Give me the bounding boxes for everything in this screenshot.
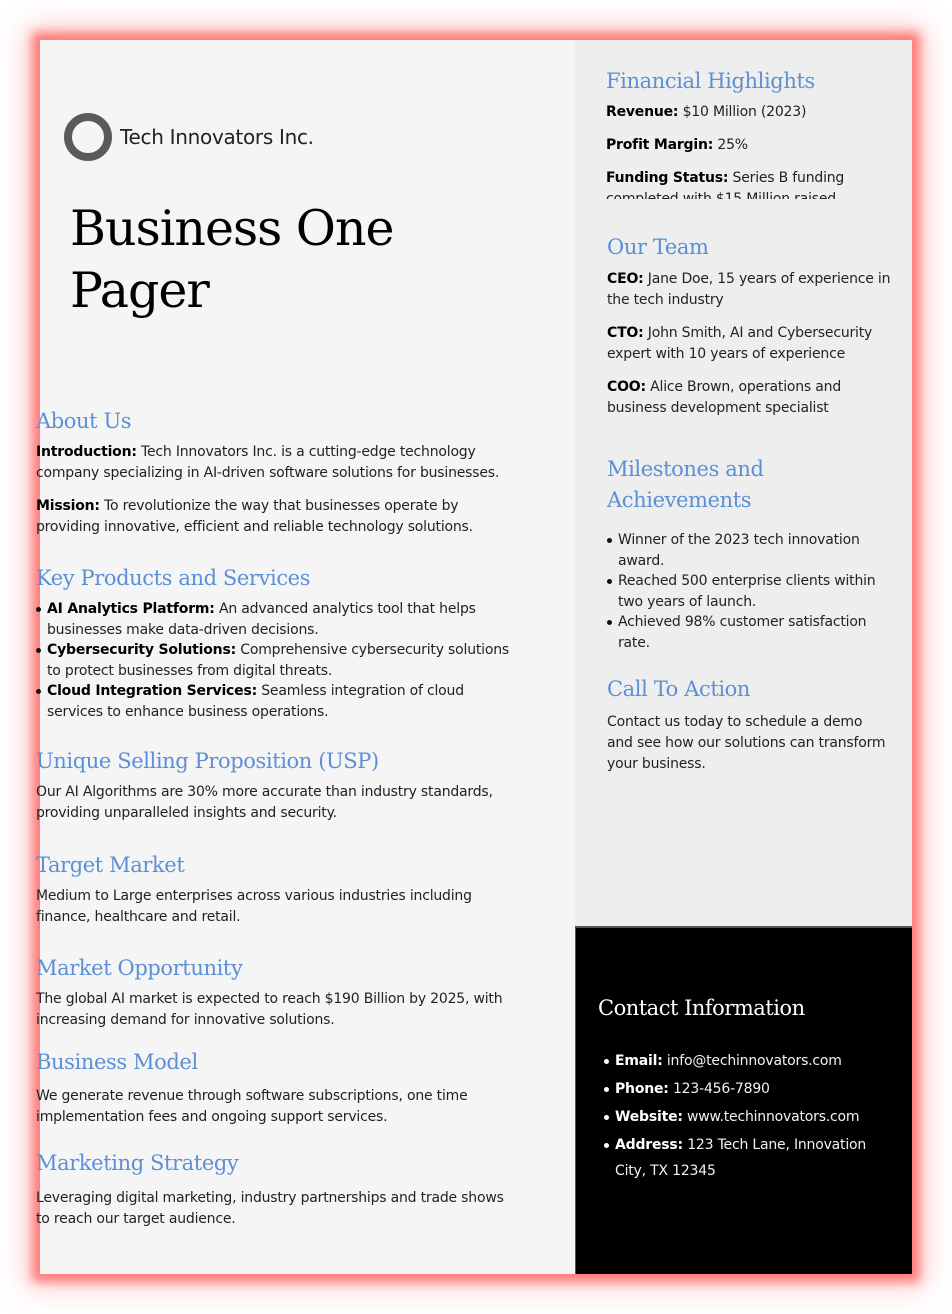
margin-value: 25% xyxy=(713,137,748,153)
marketing-text: Leveraging digital marketing, industry p… xyxy=(36,1190,504,1227)
about-mission: Mission: To revolutionize the way that b… xyxy=(36,496,521,538)
contact-label: Email: xyxy=(615,1053,663,1069)
section-heading: Our Team xyxy=(607,235,709,259)
contact-label: Address: xyxy=(615,1137,683,1153)
section-heading: Key Products and Services xyxy=(36,566,311,590)
about-intro: Introduction: Tech Innovators Inc. is a … xyxy=(36,442,521,484)
website-link[interactable]: www.techinnovators.com xyxy=(683,1109,860,1125)
usp-text: Our AI Algorithms are 30% more accurate … xyxy=(36,784,493,821)
section-heading: About Us xyxy=(36,409,132,433)
mission-text: To revolutionize the way that businesses… xyxy=(36,498,473,535)
company-name: Tech Innovators Inc. xyxy=(120,125,314,149)
team-member: CEO: Jane Doe, 15 years of experience in… xyxy=(607,269,892,311)
milestones-section: Milestones and Achievements Winner of th… xyxy=(607,454,882,653)
list-item: Reached 500 enterprise clients within tw… xyxy=(607,571,882,612)
page-title: Business One Pager xyxy=(70,200,395,319)
products-section: Key Products and Services AI Analytics P… xyxy=(36,566,521,722)
company-logo: Tech Innovators Inc. xyxy=(64,113,314,161)
cta-section: Call To Action Contact us today to sched… xyxy=(607,677,887,775)
section-heading: Target Market xyxy=(36,853,185,877)
phone-value: 123-456-7890 xyxy=(668,1081,770,1097)
revenue: Revenue: $10 Million (2023) xyxy=(606,102,896,123)
usp-section: Unique Selling Proposition (USP) Our AI … xyxy=(36,749,521,824)
team-member: CTO: John Smith, AI and Cybersecurity ex… xyxy=(607,323,892,365)
ring-logo-icon xyxy=(64,113,112,161)
milestones-list: Winner of the 2023 tech innovation award… xyxy=(607,530,882,653)
email-link[interactable]: info@techinnovators.com xyxy=(663,1053,842,1069)
revenue-value: $10 Million (2023) xyxy=(678,104,807,120)
list-item: Winner of the 2023 tech innovation award… xyxy=(607,530,882,571)
section-heading: Milestones and Achievements xyxy=(607,457,764,512)
contact-label: Website: xyxy=(615,1109,683,1125)
profit-margin: Profit Margin: 25% xyxy=(606,135,896,156)
contact-email: Email: info@techinnovators.com xyxy=(604,1048,894,1074)
role-label: COO: xyxy=(607,379,646,395)
product-label: Cybersecurity Solutions: xyxy=(47,642,236,658)
list-item: Achieved 98% customer satisfaction rate. xyxy=(607,612,882,653)
financial-section: Financial Highlights Revenue: $10 Millio… xyxy=(606,69,896,199)
team-section: Our Team CEO: Jane Doe, 15 years of expe… xyxy=(607,235,892,419)
products-list: AI Analytics Platform: An advanced analy… xyxy=(36,599,521,722)
section-heading: Business Model xyxy=(36,1050,198,1074)
opportunity-text: The global AI market is expected to reac… xyxy=(36,991,503,1028)
intro-label: Introduction: xyxy=(36,444,137,460)
market-opportunity-section: Market Opportunity The global AI market … xyxy=(36,956,521,1031)
list-item: AI Analytics Platform: An advanced analy… xyxy=(36,599,521,640)
margin-label: Profit Margin: xyxy=(606,137,714,153)
section-heading: Financial Highlights xyxy=(606,69,815,93)
mission-label: Mission: xyxy=(36,498,100,514)
contact-label: Phone: xyxy=(615,1081,669,1097)
target-market-section: Target Market Medium to Large enterprise… xyxy=(36,853,521,928)
section-heading: Call To Action xyxy=(607,677,751,701)
business-model-section: Business Model We generate revenue throu… xyxy=(36,1050,521,1128)
section-heading: Marketing Strategy xyxy=(36,1151,239,1175)
about-section: About Us Introduction: Tech Innovators I… xyxy=(36,409,521,538)
revenue-label: Revenue: xyxy=(606,104,679,120)
list-item: Cybersecurity Solutions: Comprehensive c… xyxy=(36,640,521,681)
funding-status: Funding Status: Series B funding complet… xyxy=(606,168,896,199)
team-member: COO: Alice Brown, operations and busines… xyxy=(607,377,892,419)
section-heading: Market Opportunity xyxy=(36,956,243,980)
contact-website: Website: www.techinnovators.com xyxy=(604,1104,894,1130)
role-label: CEO: xyxy=(607,271,644,287)
model-text: We generate revenue through software sub… xyxy=(36,1088,468,1125)
member-text: Jane Doe, 15 years of experience in the … xyxy=(607,271,891,308)
contact-panel: Contact Information Email: info@techinno… xyxy=(575,926,912,1274)
contact-address: Address: 123 Tech Lane, Innovation City,… xyxy=(604,1132,894,1184)
contact-heading: Contact Information xyxy=(598,996,805,1020)
member-text: John Smith, AI and Cybersecurity expert … xyxy=(607,325,873,362)
funding-clip: Funding Status: Series B funding complet… xyxy=(606,168,896,199)
funding-label: Funding Status: xyxy=(606,170,729,186)
product-label: AI Analytics Platform: xyxy=(47,601,215,617)
role-label: CTO: xyxy=(607,325,644,341)
cta-text: Contact us today to schedule a demo and … xyxy=(607,714,886,772)
target-text: Medium to Large enterprises across vario… xyxy=(36,888,472,925)
contact-phone: Phone: 123-456-7890 xyxy=(604,1076,894,1102)
marketing-section: Marketing Strategy Leveraging digital ma… xyxy=(36,1151,521,1230)
list-item: Cloud Integration Services: Seamless int… xyxy=(36,681,521,722)
contact-list: Email: info@techinnovators.com Phone: 12… xyxy=(604,1048,894,1186)
product-label: Cloud Integration Services: xyxy=(47,683,257,699)
section-heading: Unique Selling Proposition (USP) xyxy=(36,749,379,773)
